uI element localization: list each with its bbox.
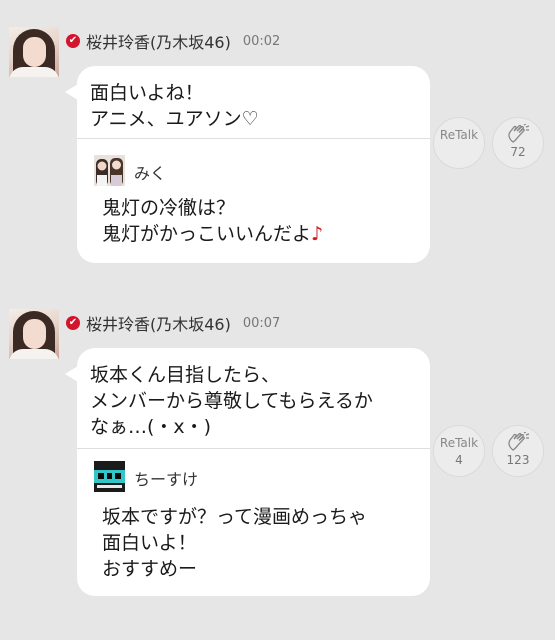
quoted-message: 坂本ですが？って漫画めっちゃ 面白いよ！ おすすめー xyxy=(102,504,367,582)
quoted-message: 鬼灯の冷徹は？ 鬼灯がかっこいいんだよ♪ xyxy=(102,195,323,247)
quote-divider xyxy=(77,138,430,139)
quoted-user-name[interactable]: みく xyxy=(134,160,166,184)
verified-icon: ✔ xyxy=(66,316,80,330)
retalk-label: ReTalk xyxy=(439,128,479,142)
verified-icon: ✔ xyxy=(66,34,80,48)
author-avatar[interactable] xyxy=(9,309,59,359)
author-avatar[interactable] xyxy=(9,27,59,77)
message-text: 坂本くん目指したら、 メンバーから尊敬してもらえるか なぁ…(・x・) xyxy=(90,364,373,438)
quote-divider xyxy=(77,448,430,449)
quoted-message-text: 鬼灯の冷徹は？ 鬼灯がかっこいいんだよ xyxy=(102,197,312,245)
retalk-button[interactable]: ReTalk xyxy=(433,117,485,169)
quoted-user-avatar[interactable] xyxy=(94,155,125,186)
post-time: 00:02 xyxy=(242,33,281,49)
quoted-message-text: 坂本ですが？って漫画めっちゃ 面白いよ！ おすすめー xyxy=(102,506,368,580)
message-text: 面白いよね！ アニメ、ユアソン♡ xyxy=(90,82,259,130)
post-time: 00:07 xyxy=(242,315,281,331)
message-bubble: 坂本くん目指したら、 メンバーから尊敬してもらえるか なぁ…(・x・) ちーすけ… xyxy=(65,348,430,596)
clap-button[interactable]: 72 xyxy=(492,117,544,169)
music-note-icon: ♪ xyxy=(311,223,324,245)
clap-count: 72 xyxy=(510,145,526,159)
post-header: ✔ 桜井玲香(乃木坂46) 00:07 xyxy=(66,311,280,335)
post-header: ✔ 桜井玲香(乃木坂46) 00:02 xyxy=(66,29,280,53)
author-name[interactable]: 桜井玲香(乃木坂46) xyxy=(86,29,231,53)
quoted-user-name[interactable]: ちーすけ xyxy=(134,466,198,490)
author-name[interactable]: 桜井玲香(乃木坂46) xyxy=(86,311,231,335)
message-bubble: 面白いよね！ アニメ、ユアソン♡ みく 鬼灯の冷徹は？ 鬼灯がかっこいいんだよ♪ xyxy=(65,66,430,263)
clap-button[interactable]: 123 xyxy=(492,425,544,477)
retalk-button[interactable]: ReTalk 4 xyxy=(433,425,485,477)
retalk-label: ReTalk xyxy=(439,436,479,450)
retalk-count: 4 xyxy=(455,453,463,467)
clap-icon xyxy=(508,124,530,143)
clap-count: 123 xyxy=(506,453,530,467)
clap-icon xyxy=(508,432,530,451)
quoted-user-avatar[interactable] xyxy=(94,461,125,492)
